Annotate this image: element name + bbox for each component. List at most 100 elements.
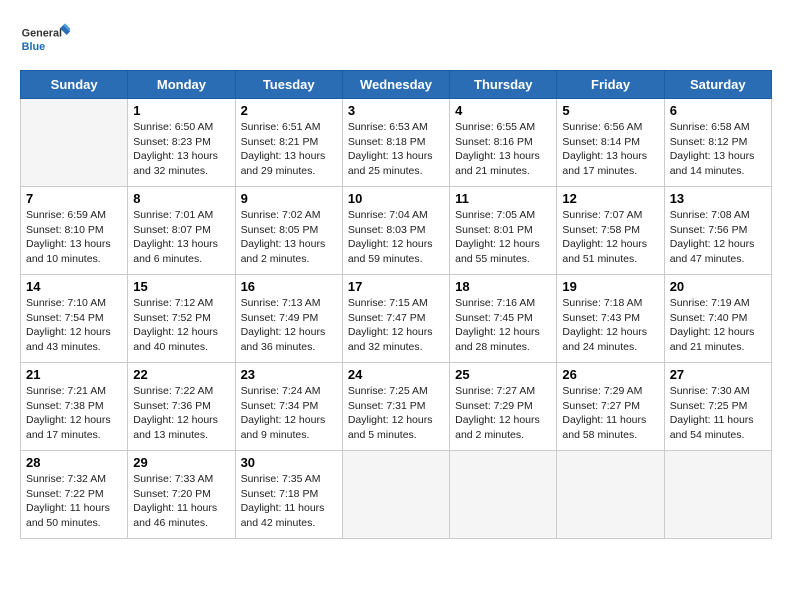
day-cell: 6 Sunrise: 6:58 AMSunset: 8:12 PMDaylight… (664, 99, 771, 187)
day-info: Sunrise: 7:21 AMSunset: 7:38 PMDaylight:… (26, 384, 122, 443)
day-info: Sunrise: 7:32 AMSunset: 7:22 PMDaylight:… (26, 472, 122, 531)
day-info: Sunrise: 6:50 AMSunset: 8:23 PMDaylight:… (133, 120, 229, 179)
day-cell: 11 Sunrise: 7:05 AMSunset: 8:01 PMDayligh… (450, 187, 557, 275)
day-number: 23 (241, 367, 337, 382)
day-cell (450, 451, 557, 539)
day-cell: 22 Sunrise: 7:22 AMSunset: 7:36 PMDayligh… (128, 363, 235, 451)
day-cell: 21 Sunrise: 7:21 AMSunset: 7:38 PMDayligh… (21, 363, 128, 451)
day-cell: 9 Sunrise: 7:02 AMSunset: 8:05 PMDaylight… (235, 187, 342, 275)
day-cell (664, 451, 771, 539)
day-number: 19 (562, 279, 658, 294)
day-cell: 30 Sunrise: 7:35 AMSunset: 7:18 PMDayligh… (235, 451, 342, 539)
day-cell: 12Sunrise: 7:07 AMSunset: 7:58 PMDayligh… (557, 187, 664, 275)
day-number: 27 (670, 367, 766, 382)
day-info: Sunrise: 7:13 AMSunset: 7:49 PMDaylight:… (241, 296, 337, 355)
day-number: 10 (348, 191, 444, 206)
day-number: 11 (455, 191, 551, 206)
day-number: 8 (133, 191, 229, 206)
header-tuesday: Tuesday (235, 71, 342, 99)
header-wednesday: Wednesday (342, 71, 449, 99)
day-info: Sunrise: 6:58 AMSunset: 8:12 PMDaylight:… (670, 120, 766, 179)
day-info: Sunrise: 6:55 AMSunset: 8:16 PMDaylight:… (455, 120, 551, 179)
day-cell: 5 Sunrise: 6:56 AMSunset: 8:14 PMDaylight… (557, 99, 664, 187)
week-row-4: 21 Sunrise: 7:21 AMSunset: 7:38 PMDayligh… (21, 363, 772, 451)
day-cell: 19 Sunrise: 7:18 AMSunset: 7:43 PMDayligh… (557, 275, 664, 363)
day-number: 14 (26, 279, 122, 294)
day-info: Sunrise: 7:19 AMSunset: 7:40 PMDaylight:… (670, 296, 766, 355)
day-info: Sunrise: 6:59 AMSunset: 8:10 PMDaylight:… (26, 208, 122, 267)
day-cell: 27 Sunrise: 7:30 AMSunset: 7:25 PMDayligh… (664, 363, 771, 451)
day-number: 6 (670, 103, 766, 118)
day-info: Sunrise: 7:07 AMSunset: 7:58 PMDaylight:… (562, 208, 658, 267)
day-cell: 17 Sunrise: 7:15 AMSunset: 7:47 PMDayligh… (342, 275, 449, 363)
day-cell: 7 Sunrise: 6:59 AMSunset: 8:10 PMDaylight… (21, 187, 128, 275)
header-sunday: Sunday (21, 71, 128, 99)
week-row-3: 14 Sunrise: 7:10 AMSunset: 7:54 PMDayligh… (21, 275, 772, 363)
day-number: 15 (133, 279, 229, 294)
week-row-5: 28 Sunrise: 7:32 AMSunset: 7:22 PMDayligh… (21, 451, 772, 539)
day-info: Sunrise: 7:22 AMSunset: 7:36 PMDaylight:… (133, 384, 229, 443)
day-info: Sunrise: 7:04 AMSunset: 8:03 PMDaylight:… (348, 208, 444, 267)
day-number: 26 (562, 367, 658, 382)
day-cell: 20 Sunrise: 7:19 AMSunset: 7:40 PMDayligh… (664, 275, 771, 363)
day-info: Sunrise: 7:12 AMSunset: 7:52 PMDaylight:… (133, 296, 229, 355)
day-cell: 16 Sunrise: 7:13 AMSunset: 7:49 PMDayligh… (235, 275, 342, 363)
day-number: 16 (241, 279, 337, 294)
day-number: 5 (562, 103, 658, 118)
day-info: Sunrise: 7:02 AMSunset: 8:05 PMDaylight:… (241, 208, 337, 267)
day-cell: 29 Sunrise: 7:33 AMSunset: 7:20 PMDayligh… (128, 451, 235, 539)
day-number: 20 (670, 279, 766, 294)
day-number: 9 (241, 191, 337, 206)
day-info: Sunrise: 7:30 AMSunset: 7:25 PMDaylight:… (670, 384, 766, 443)
day-number: 13 (670, 191, 766, 206)
day-number: 1 (133, 103, 229, 118)
logo: General Blue (20, 20, 70, 60)
day-cell: 18Sunrise: 7:16 AMSunset: 7:45 PMDayligh… (450, 275, 557, 363)
day-info: Sunrise: 7:15 AMSunset: 7:47 PMDaylight:… (348, 296, 444, 355)
day-info: Sunrise: 7:25 AMSunset: 7:31 PMDaylight:… (348, 384, 444, 443)
day-info: Sunrise: 7:08 AMSunset: 7:56 PMDaylight:… (670, 208, 766, 267)
day-number: 29 (133, 455, 229, 470)
day-info: Sunrise: 7:29 AMSunset: 7:27 PMDaylight:… (562, 384, 658, 443)
day-info: Sunrise: 6:51 AMSunset: 8:21 PMDaylight:… (241, 120, 337, 179)
day-cell: 4 Sunrise: 6:55 AMSunset: 8:16 PMDaylight… (450, 99, 557, 187)
day-info: Sunrise: 7:10 AMSunset: 7:54 PMDaylight:… (26, 296, 122, 355)
day-number: 25 (455, 367, 551, 382)
day-cell: 23 Sunrise: 7:24 AMSunset: 7:34 PMDayligh… (235, 363, 342, 451)
day-number: 28 (26, 455, 122, 470)
day-number: 22 (133, 367, 229, 382)
header-monday: Monday (128, 71, 235, 99)
day-info: Sunrise: 7:35 AMSunset: 7:18 PMDaylight:… (241, 472, 337, 531)
day-number: 24 (348, 367, 444, 382)
day-cell (21, 99, 128, 187)
day-info: Sunrise: 7:27 AMSunset: 7:29 PMDaylight:… (455, 384, 551, 443)
day-cell: 3Sunrise: 6:53 AMSunset: 8:18 PMDaylight… (342, 99, 449, 187)
day-number: 21 (26, 367, 122, 382)
day-number: 30 (241, 455, 337, 470)
day-info: Sunrise: 6:56 AMSunset: 8:14 PMDaylight:… (562, 120, 658, 179)
day-number: 2 (241, 103, 337, 118)
day-info: Sunrise: 7:05 AMSunset: 8:01 PMDaylight:… (455, 208, 551, 267)
day-cell (557, 451, 664, 539)
day-info: Sunrise: 7:24 AMSunset: 7:34 PMDaylight:… (241, 384, 337, 443)
day-info: Sunrise: 7:33 AMSunset: 7:20 PMDaylight:… (133, 472, 229, 531)
week-row-1: 1 Sunrise: 6:50 AMSunset: 8:23 PMDaylight… (21, 99, 772, 187)
page-header: General Blue (20, 20, 772, 60)
logo-svg: General Blue (20, 20, 70, 60)
header-thursday: Thursday (450, 71, 557, 99)
day-number: 7 (26, 191, 122, 206)
header-saturday: Saturday (664, 71, 771, 99)
week-row-2: 7 Sunrise: 6:59 AMSunset: 8:10 PMDaylight… (21, 187, 772, 275)
day-number: 17 (348, 279, 444, 294)
header-friday: Friday (557, 71, 664, 99)
day-cell (342, 451, 449, 539)
calendar-header-row: SundayMondayTuesdayWednesdayThursdayFrid… (21, 71, 772, 99)
day-number: 4 (455, 103, 551, 118)
svg-text:Blue: Blue (22, 41, 45, 53)
day-cell: 28 Sunrise: 7:32 AMSunset: 7:22 PMDayligh… (21, 451, 128, 539)
day-info: Sunrise: 7:18 AMSunset: 7:43 PMDaylight:… (562, 296, 658, 355)
day-cell: 2 Sunrise: 6:51 AMSunset: 8:21 PMDaylight… (235, 99, 342, 187)
day-cell: 13 Sunrise: 7:08 AMSunset: 7:56 PMDayligh… (664, 187, 771, 275)
svg-text:General: General (22, 28, 62, 40)
day-info: Sunrise: 7:16 AMSunset: 7:45 PMDaylight:… (455, 296, 551, 355)
